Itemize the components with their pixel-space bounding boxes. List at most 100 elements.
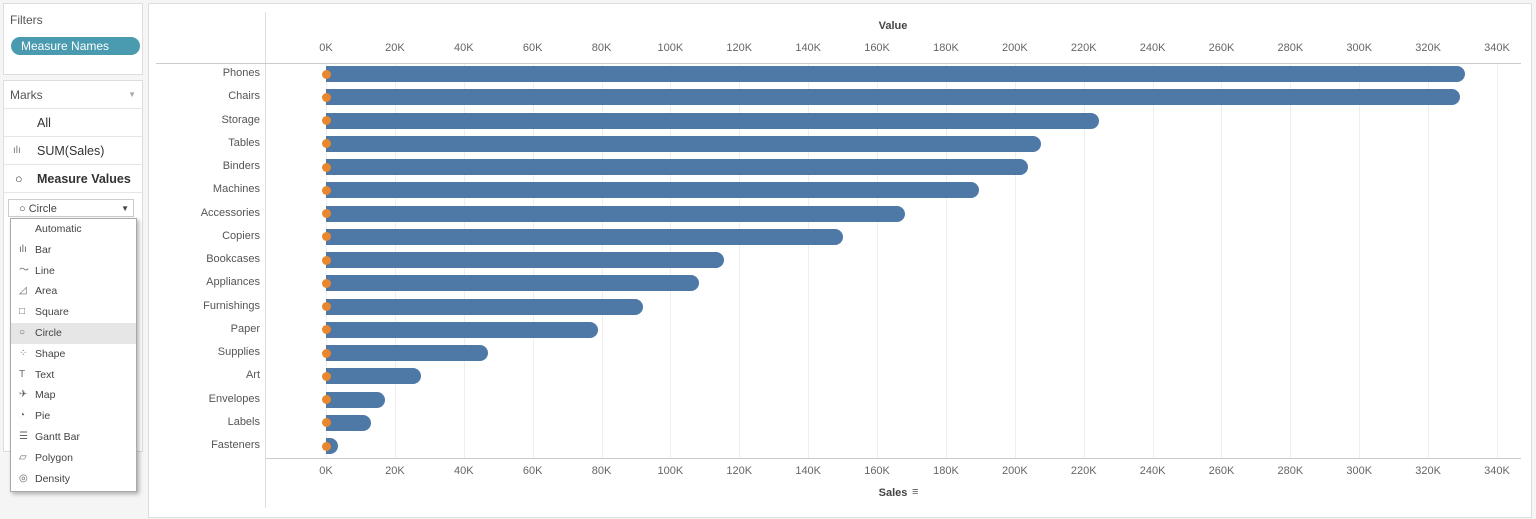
circle-mark: [321, 255, 331, 265]
circle-mark: [321, 441, 331, 451]
top-tick-label: 220K: [1070, 42, 1097, 54]
category-label: Machines: [212, 183, 260, 196]
category-label: Accessories: [200, 206, 260, 219]
bottom-axis-title: Sales: [878, 487, 908, 499]
menu-item-automatic[interactable]: Automatic: [11, 219, 136, 240]
circle-mark: [321, 139, 331, 149]
bottom-tick-label: 180K: [933, 465, 959, 477]
menu-item-label: Circle: [35, 326, 62, 339]
sort-icon: ≡: [912, 486, 919, 498]
text-icon: T: [19, 368, 26, 380]
bottom-tick-label: 20K: [385, 465, 405, 477]
bottom-tick-label: 260K: [1208, 465, 1235, 477]
bottom-tick-label: 40K: [453, 465, 474, 477]
bar-storage: [326, 112, 1099, 129]
top-tick-label: 160K: [864, 42, 890, 54]
bar-chairs: [326, 89, 1460, 106]
bottom-tick-label: 220K: [1070, 465, 1097, 477]
category-label: Fasteners: [211, 439, 260, 451]
gridline: [1359, 64, 1361, 458]
bar-phones: [326, 66, 1465, 82]
bar-paper: [326, 321, 599, 338]
top-tick-label: 320K: [1415, 42, 1441, 54]
pie-icon: ◔: [19, 410, 26, 422]
menu-item-circle[interactable]: ○ Circle: [11, 322, 136, 344]
circle-mark: [321, 116, 331, 125]
bar-art: [326, 368, 422, 385]
gantt-icon: ☰: [19, 430, 28, 442]
top-tick-label: 100K: [657, 42, 684, 54]
top-tick-label: 0K: [319, 42, 333, 54]
menu-item-square[interactable]: □ Square: [11, 302, 136, 323]
circle-mark: [321, 348, 331, 358]
top-tick-label: 60K: [522, 42, 543, 54]
bar-furnishings: [326, 298, 643, 315]
line-icon: 〜: [19, 264, 29, 276]
top-tick-label: 300K: [1346, 42, 1373, 54]
bar-supplies: [326, 345, 488, 361]
menu-item-label: Pie: [35, 410, 51, 423]
bottom-tick-label: 280K: [1277, 465, 1304, 477]
bar-accessories: [326, 205, 905, 222]
menu-item-label: Automatic: [35, 223, 82, 235]
category-label: Binders: [222, 160, 260, 172]
circle-mark: [321, 302, 331, 311]
category-label: Appliances: [206, 276, 260, 289]
bottom-tick-label: 140K: [795, 465, 822, 477]
bottom-tick-label: 340K: [1484, 465, 1510, 477]
polygon-icon: ▱: [19, 451, 27, 463]
menu-item-line[interactable]: 〜 Line: [11, 261, 136, 282]
bar-copiers: [326, 228, 843, 245]
bar-labels: [326, 414, 372, 431]
bottom-tick-label: 0K: [319, 465, 333, 477]
top-tick-label: 140K: [795, 42, 822, 54]
menu-item-bar[interactable]: ılı Bar: [11, 240, 136, 261]
circle-mark: [321, 209, 331, 218]
density-icon: ◎: [19, 472, 28, 484]
bottom-tick-label: 200K: [1001, 465, 1028, 477]
category-label: Tables: [228, 136, 260, 149]
circle-mark: [321, 371, 331, 381]
square-icon: □: [19, 306, 26, 318]
bar-binders: [326, 159, 1028, 175]
category-label: Bookcases: [206, 253, 260, 265]
mark-type-menu: Automatic ılı Bar 〜 Line ◿ Area □ Square ○ Circle ⁘…: [10, 218, 137, 492]
bottom-tick-label: 160K: [864, 465, 890, 477]
shape-icon: ⁘: [19, 347, 28, 359]
map-icon: ✈: [19, 389, 28, 401]
menu-item-shape[interactable]: ⁘ Shape: [11, 344, 136, 365]
top-tick-label: 20K: [385, 42, 405, 54]
gridline: [1290, 64, 1292, 458]
category-label: Chairs: [228, 90, 260, 103]
top-tick-label: 120K: [726, 42, 753, 54]
menu-item-polygon[interactable]: ▱ Polygon: [11, 448, 136, 469]
top-tick-label: 40K: [453, 42, 474, 54]
menu-item-area[interactable]: ◿ Area: [11, 281, 136, 302]
bottom-tick-label: 120K: [726, 465, 753, 477]
menu-item-pie[interactable]: ◔ Pie: [11, 406, 136, 427]
menu-item-label: Area: [35, 285, 58, 298]
bottom-tick-label: 320K: [1415, 465, 1441, 477]
menu-item-density[interactable]: ◎ Density: [11, 469, 136, 490]
bar-tables: [326, 135, 1041, 152]
category-label: Art: [245, 369, 260, 382]
menu-item-label: Polygon: [35, 451, 73, 464]
bottom-tick-label: 60K: [522, 465, 543, 477]
gridline: [1428, 64, 1430, 458]
gridline: [1497, 64, 1498, 458]
top-tick-label: 260K: [1208, 42, 1235, 54]
top-tick-label: 240K: [1139, 42, 1166, 54]
category-label: Phones: [222, 67, 260, 79]
menu-item-text[interactable]: T Text: [11, 365, 136, 386]
menu-item-gantt-bar[interactable]: ☰ Gantt Bar: [11, 427, 136, 448]
menu-item-label: Density: [35, 472, 71, 485]
menu-item-label: Text: [35, 368, 55, 381]
menu-item-map[interactable]: ✈ Map: [11, 385, 136, 406]
category-label: Storage: [221, 113, 260, 126]
circle-icon: ○: [19, 326, 26, 338]
top-tick-label: 180K: [933, 42, 959, 54]
menu-item-label: Bar: [35, 243, 52, 256]
menu-item-label: Map: [35, 389, 56, 402]
area-icon: ◿: [19, 285, 27, 297]
bottom-tick-label: 100K: [657, 465, 684, 477]
